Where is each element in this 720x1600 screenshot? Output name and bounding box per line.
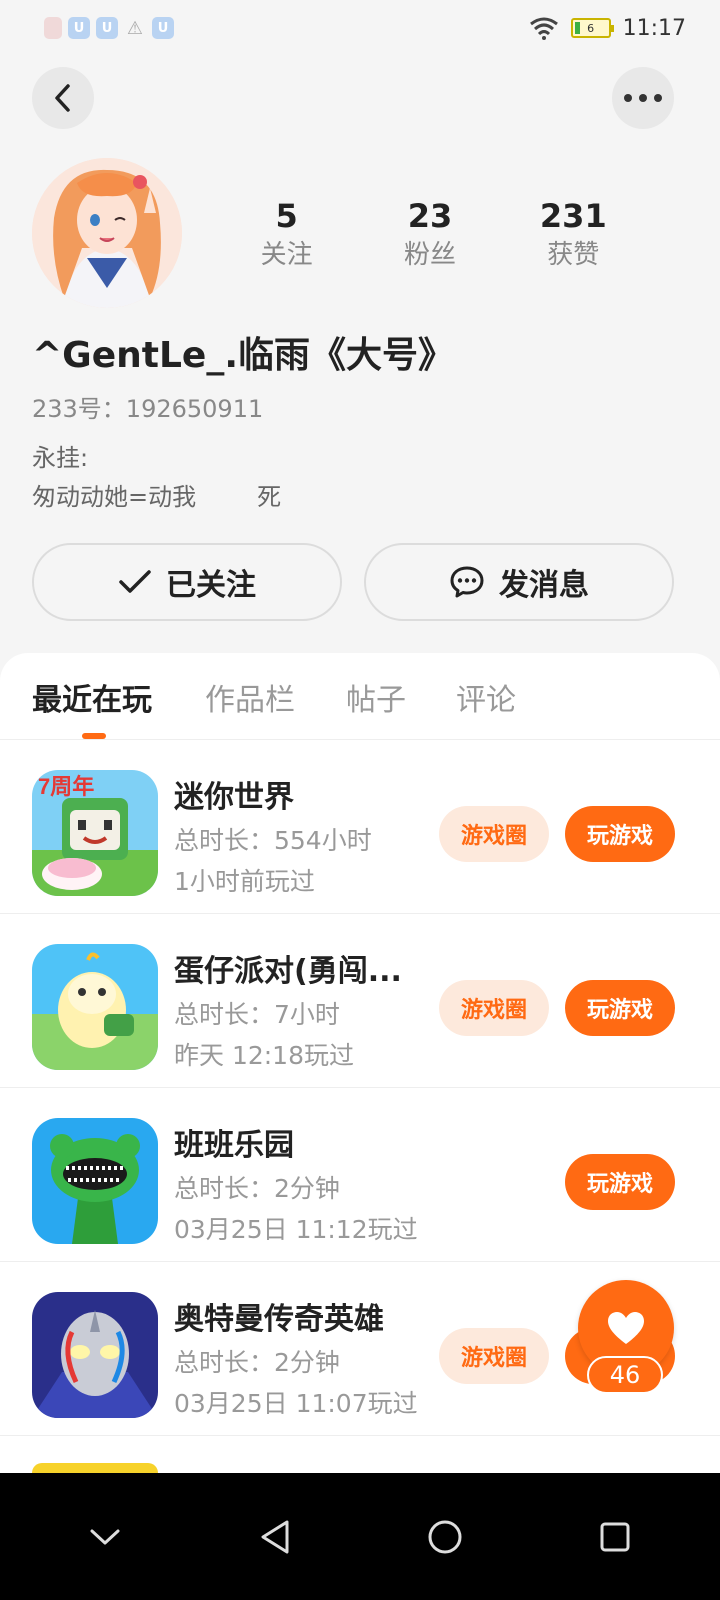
nav-recents-button[interactable] (585, 1507, 645, 1567)
chevron-down-icon (90, 1529, 120, 1544)
bio-line-2: 匆动动她=动我 死 (32, 483, 282, 511)
play-game-button[interactable]: 玩游戏 (565, 806, 675, 862)
eggy-party-icon (32, 944, 158, 1070)
tab-recently-played[interactable]: 最近在玩 (32, 675, 152, 719)
warning-icon: ⚠ (126, 17, 144, 39)
tab-posts[interactable]: 帖子 (346, 675, 406, 719)
play-game-button[interactable]: 玩游戏 (565, 980, 675, 1036)
clock: 11:17 (622, 15, 686, 41)
game-total-time: 总时长：2分钟 (174, 1348, 340, 1377)
notification-icons: U U ⚠ U (44, 17, 174, 39)
circle-home-icon (428, 1520, 462, 1553)
u-icon: U (96, 17, 118, 39)
back-button[interactable] (32, 67, 94, 129)
battery-icon: 6 (570, 18, 614, 38)
play-game-button[interactable]: 玩游戏 (565, 1154, 675, 1210)
tab-indicator (82, 733, 106, 739)
nav-back-button[interactable] (245, 1507, 305, 1567)
game-last-played: 03月25日 11:07玩过 (174, 1389, 418, 1418)
triangle-back-icon (261, 1520, 289, 1553)
stat-following-label: 关注 (260, 240, 313, 270)
game-last-played: 昨天 12:18玩过 (174, 1041, 354, 1070)
game-row[interactable]: 7周年 迷你世界 总时长：554小时 1小时前玩过 游戏圈 玩游戏 (0, 740, 720, 914)
system-nav-bar (0, 1473, 720, 1600)
notification-icon (44, 17, 62, 39)
heart-icon (608, 1312, 644, 1344)
check-icon (119, 570, 151, 593)
game-name: 迷你世界 (174, 780, 294, 815)
status-bar: U U ⚠ U 6 11:17 (0, 0, 720, 56)
followed-button[interactable]: 已关注 (32, 543, 342, 621)
battery-level: 6 (587, 21, 595, 35)
stat-likes-label: 获赞 (547, 240, 600, 270)
mini-world-icon: 7周年 (32, 770, 158, 896)
game-name: 蛋仔派对(勇闯... (174, 954, 402, 989)
ultraman-icon (32, 1292, 158, 1418)
stat-likes-count: 231 (539, 197, 607, 235)
more-dots-icon (624, 94, 662, 102)
like-count: 46 (587, 1356, 663, 1394)
stat-followers[interactable]: 23 粉丝 (370, 196, 490, 274)
stat-following[interactable]: 5 关注 (227, 196, 347, 274)
bio-line-1: 永挂: (32, 444, 89, 472)
stat-followers-count: 23 (407, 197, 453, 235)
game-row[interactable]: 蛋仔派对(勇闯... 总时长：7小时 昨天 12:18玩过 游戏圈 玩游戏 (0, 914, 720, 1088)
game-total-time: 总时长：2分钟 (174, 1174, 340, 1203)
username: ^GentLe_.临雨《大号》 (32, 335, 454, 376)
nav-collapse-button[interactable] (75, 1507, 135, 1567)
game-row[interactable]: 班班乐园 总时长：2分钟 03月25日 11:12玩过 玩游戏 (0, 1088, 720, 1262)
send-message-button[interactable]: 发消息 (364, 543, 674, 621)
partial-game-icon (32, 1463, 158, 1473)
stat-followers-label: 粉丝 (403, 240, 456, 270)
u-icon: U (68, 17, 90, 39)
chat-bubble-icon (450, 566, 484, 598)
profile-stats: 5 关注 23 粉丝 231 获赞 (215, 196, 645, 274)
banban-icon (32, 1118, 158, 1244)
avatar-image (32, 158, 182, 308)
square-recents-icon (600, 1522, 630, 1551)
game-name: 班班乐园 (174, 1128, 294, 1163)
game-last-played: 03月25日 11:12玩过 (174, 1215, 418, 1244)
game-circle-button[interactable]: 游戏圈 (439, 1328, 549, 1384)
chevron-left-icon (55, 84, 70, 112)
nav-home-button[interactable] (415, 1507, 475, 1567)
game-circle-button[interactable]: 游戏圈 (439, 806, 549, 862)
stat-likes[interactable]: 231 获赞 (513, 196, 633, 274)
game-circle-button[interactable]: 游戏圈 (439, 980, 549, 1036)
avatar[interactable] (32, 158, 182, 308)
game-total-time: 总时长：554小时 (174, 826, 372, 855)
followed-label: 已关注 (166, 568, 256, 603)
stat-following-count: 5 (275, 197, 298, 235)
game-last-played: 1小时前玩过 (174, 867, 315, 896)
game-name: 奥特曼传奇英雄 (174, 1302, 384, 1337)
svg-text:7周年: 7周年 (38, 774, 94, 799)
wifi-icon (529, 17, 558, 40)
more-button[interactable] (612, 67, 674, 129)
u-icon: U (152, 17, 174, 39)
send-message-label: 发消息 (499, 568, 589, 603)
user-id: 233号：192650911 (32, 395, 264, 423)
tab-bar: 最近在玩 作品栏 帖子 评论 (0, 653, 720, 740)
game-total-time: 总时长：7小时 (174, 1000, 340, 1029)
tab-works[interactable]: 作品栏 (205, 675, 295, 719)
tab-comments[interactable]: 评论 (456, 675, 516, 719)
